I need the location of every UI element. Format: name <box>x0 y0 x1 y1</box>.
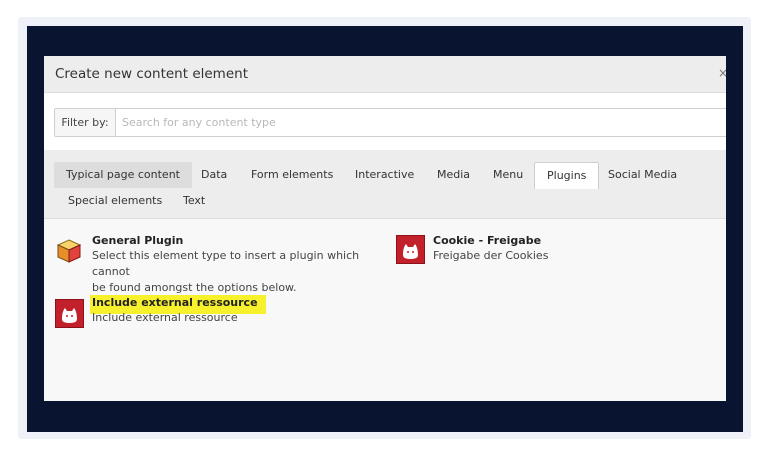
modal-title: Create new content element <box>55 66 248 82</box>
item-description: Select this element type to insert a plu… <box>92 249 360 278</box>
new-content-element-modal: Create new content element × Filter by: … <box>44 56 726 401</box>
item-description: Freigabe der Cookies <box>433 249 549 262</box>
modal-header: Create new content element × <box>44 56 726 93</box>
item-title: General Plugin <box>92 234 184 247</box>
plugins-panel: General Plugin Select this element type … <box>44 219 726 401</box>
tab-media[interactable]: Media <box>425 162 482 188</box>
tab-interactive[interactable]: Interactive <box>343 162 426 188</box>
filter-row: Filter by: Search for any content type <box>44 93 726 150</box>
close-icon[interactable]: × <box>718 66 726 80</box>
tab-social-media[interactable]: Social Media <box>596 162 689 188</box>
item-title: Cookie - Freigabe <box>433 234 542 247</box>
cat-face-icon <box>403 244 418 259</box>
item-description: be found amongst the options below. <box>92 281 297 294</box>
plugin-cat-icon <box>55 299 84 328</box>
search-input[interactable]: Search for any content type <box>116 109 276 136</box>
cube-icon <box>56 239 82 263</box>
filter-label: Filter by: <box>55 109 116 136</box>
cat-face-icon <box>62 308 77 323</box>
plugin-cat-icon <box>396 235 425 264</box>
tab-plugins[interactable]: Plugins <box>534 162 600 189</box>
item-description: Include external ressource <box>92 311 238 324</box>
filter-field: Filter by: Search for any content type <box>54 108 726 137</box>
tab-menu[interactable]: Menu <box>481 162 535 188</box>
tab-text[interactable]: Text <box>171 188 217 214</box>
item-title-highlight: Include external ressource <box>90 295 266 314</box>
tab-special-elements[interactable]: Special elements <box>56 188 174 214</box>
tab-form-elements[interactable]: Form elements <box>239 162 345 188</box>
tab-typical-page-content[interactable]: Typical page content <box>54 162 192 188</box>
content-type-tabs: Typical page content Data Form elements … <box>44 150 726 219</box>
tab-data[interactable]: Data <box>189 162 239 188</box>
